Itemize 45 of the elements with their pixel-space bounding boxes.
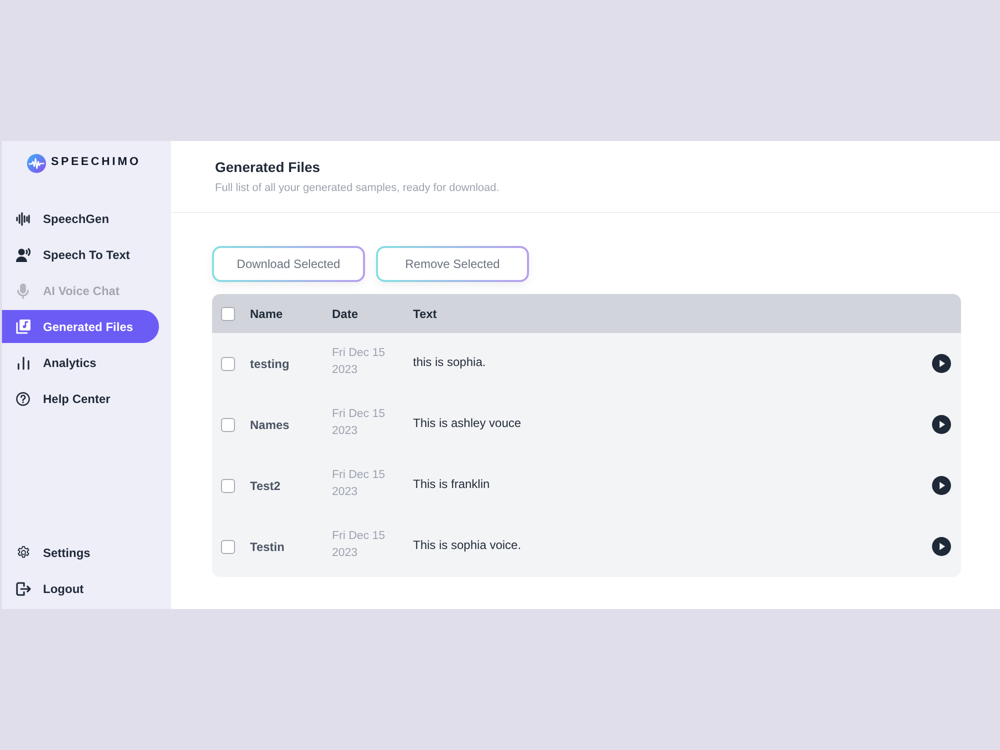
sidebar-item[interactable]: Analytics: [2, 346, 159, 379]
sidebar-item[interactable]: Speech To Text: [2, 238, 159, 271]
file-text: This is ashley vouce: [413, 414, 522, 432]
file-date: Fri Dec 15 2023: [332, 528, 386, 560]
person-speaking-icon: [16, 248, 30, 262]
file-name: Names: [250, 416, 290, 434]
waveform-icon: [16, 212, 30, 226]
sidebar-item[interactable]: Help Center: [2, 382, 159, 415]
file-date: Fri Dec 15 2023: [332, 406, 386, 438]
logout-icon: [16, 582, 30, 596]
checkbox[interactable]: [221, 478, 235, 492]
play-icon[interactable]: [932, 537, 950, 556]
sidebar-item[interactable]: Generated Files: [2, 310, 159, 343]
file-name: testing: [250, 356, 290, 372]
column-header: Name: [250, 306, 283, 322]
play-icon[interactable]: [932, 354, 950, 373]
page-subtitle: Full list of all your generated samples, ready for download.: [215, 181, 500, 195]
checkbox[interactable]: [221, 540, 235, 554]
checkbox[interactable]: [221, 306, 235, 320]
microphone-icon: [17, 282, 29, 298]
file-date: Fri Dec 15 2023: [332, 468, 386, 500]
help-icon: [16, 392, 30, 406]
bar-chart-icon: [16, 356, 30, 370]
file-name: Test2: [250, 478, 280, 494]
download-selected-button[interactable]: Download Selected: [212, 246, 365, 282]
file-text: this is sophia.: [413, 354, 486, 370]
checkbox[interactable]: [221, 418, 235, 432]
file-text: This is franklin: [413, 476, 490, 492]
sidebar-item[interactable]: Logout: [2, 572, 159, 605]
play-icon[interactable]: [932, 476, 950, 495]
file-date: Fri Dec 15 2023: [332, 346, 386, 378]
settings-icon: [16, 545, 30, 560]
play-icon[interactable]: [932, 415, 950, 434]
logo-text: SPEECHIMO: [51, 155, 141, 170]
column-header: Text: [413, 306, 437, 322]
column-header: Date: [332, 306, 358, 322]
logo-icon: [27, 154, 46, 172]
music-file-icon: [16, 319, 30, 334]
sidebar-item[interactable]: Settings: [2, 536, 159, 569]
page-title: Generated Files: [215, 158, 322, 176]
file-text: This is sophia voice.: [413, 536, 522, 554]
checkbox[interactable]: [221, 356, 235, 370]
remove-selected-button[interactable]: Remove Selected: [376, 246, 529, 282]
file-name: Testin: [250, 538, 284, 556]
sidebar-item[interactable]: SpeechGen: [2, 202, 159, 235]
